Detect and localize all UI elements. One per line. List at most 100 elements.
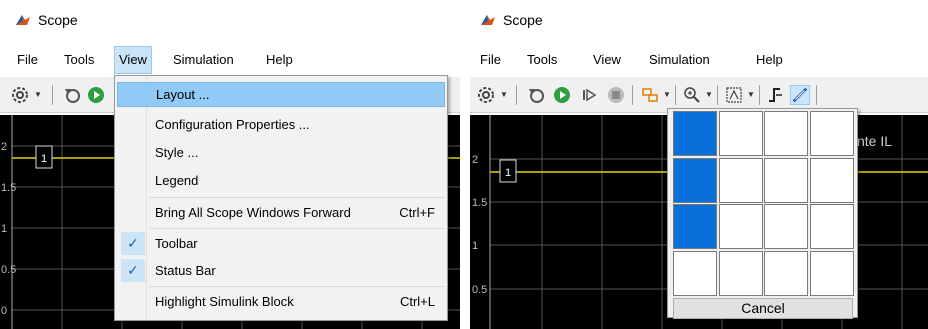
- autoscale-icon[interactable]: [724, 85, 744, 105]
- menu-bar: File Tools View Simulation Help: [470, 46, 928, 74]
- toolbar-separator: [632, 85, 633, 105]
- signal-label-box: 1: [35, 145, 53, 169]
- y-tick-label: 0: [1, 305, 7, 317]
- menu-item-label: Status Bar: [155, 263, 216, 278]
- menu-item-bring-windows-forward[interactable]: Bring All Scope Windows Forward Ctrl+F: [117, 200, 445, 225]
- zoom-in-icon[interactable]: [682, 85, 702, 105]
- toolbar-separator: [717, 85, 718, 105]
- toolbar-separator: [675, 85, 676, 105]
- settings-dropdown-icon[interactable]: ▼: [500, 90, 508, 99]
- menu-tools[interactable]: Tools: [60, 46, 98, 74]
- left-scope-window: Scope File Tools View Simulation Help ▼ …: [0, 0, 460, 329]
- menu-view[interactable]: View: [589, 46, 625, 74]
- signal-label-text: 1: [41, 153, 47, 165]
- layout-grid-cell[interactable]: [718, 204, 763, 249]
- y-tick-label: 0.5: [1, 264, 16, 276]
- title-bar: Scope: [470, 0, 928, 42]
- menu-file[interactable]: File: [476, 46, 505, 74]
- right-scope-window: Scope File Tools View Simulation Help ▼: [470, 0, 928, 329]
- settings-dropdown-icon[interactable]: ▼: [34, 90, 42, 99]
- title-bar: Scope: [0, 0, 460, 42]
- signal-label-box: 1: [499, 159, 517, 183]
- y-tick-label: 1: [472, 240, 478, 252]
- layout-grid-cell[interactable]: [718, 157, 763, 203]
- step-back-icon[interactable]: [62, 85, 82, 105]
- step-forward-icon[interactable]: [580, 85, 600, 105]
- menu-item-layout[interactable]: Layout ...: [117, 82, 445, 107]
- run-icon[interactable]: [552, 85, 572, 105]
- menu-bar: File Tools View Simulation Help: [0, 46, 460, 74]
- layout-grid-cell[interactable]: [718, 111, 763, 156]
- menu-item-legend[interactable]: Legend: [117, 168, 445, 193]
- layout-grid-cell[interactable]: [673, 204, 717, 249]
- y-tick-label: 1: [1, 223, 7, 235]
- menu-simulation[interactable]: Simulation: [645, 46, 714, 74]
- trigger-icon[interactable]: [766, 85, 786, 105]
- window-title: Scope: [38, 12, 78, 28]
- layout-grid-popup: Cancel: [667, 108, 858, 319]
- view-menu-dropdown: Layout ... Configuration Properties ... …: [114, 75, 448, 321]
- layout-grid-cell[interactable]: [673, 111, 717, 156]
- layout-grid-cell[interactable]: [673, 250, 717, 296]
- layout-grid-cell[interactable]: [809, 157, 854, 203]
- signal-label-text: 1: [505, 167, 511, 179]
- menu-item-label: Toolbar: [155, 236, 198, 251]
- menu-separator: [149, 197, 445, 198]
- cancel-button[interactable]: Cancel: [673, 298, 853, 319]
- zoom-dropdown-icon[interactable]: ▼: [705, 90, 713, 99]
- layout-grid-cell[interactable]: [764, 204, 808, 249]
- menu-tools[interactable]: Tools: [523, 46, 561, 74]
- layout-grid-cell[interactable]: [673, 157, 717, 203]
- settings-gear-icon[interactable]: [10, 85, 30, 105]
- layout-grid-cell[interactable]: [809, 204, 854, 249]
- layout-grid-cell[interactable]: [764, 111, 808, 156]
- autoscale-dropdown-icon[interactable]: ▼: [747, 90, 755, 99]
- menu-separator: [149, 228, 445, 229]
- menu-item-shortcut: Ctrl+F: [399, 205, 435, 220]
- menu-simulation[interactable]: Simulation: [169, 46, 238, 74]
- menu-item-style[interactable]: Style ...: [117, 140, 445, 165]
- menu-help[interactable]: Help: [752, 46, 787, 74]
- menu-item-label: Bring All Scope Windows Forward: [155, 205, 351, 220]
- y-tick-label: 0.5: [472, 284, 487, 296]
- y-tick-label: 2: [472, 154, 478, 166]
- layout-grid-cell[interactable]: [764, 250, 808, 296]
- step-back-icon[interactable]: [526, 85, 546, 105]
- toolbar-separator: [759, 85, 760, 105]
- menu-help[interactable]: Help: [262, 46, 297, 74]
- menu-item-configuration-properties[interactable]: Configuration Properties ...: [117, 112, 445, 137]
- menu-item-shortcut: Ctrl+L: [399, 294, 435, 309]
- menu-item-label: Layout ...: [156, 87, 210, 102]
- y-tick-label: 1.5: [1, 182, 16, 194]
- toolbar-separator: [516, 85, 517, 105]
- menu-item-toolbar[interactable]: ✓ Toolbar: [117, 231, 445, 256]
- menu-item-label: Configuration Properties ...: [155, 117, 310, 132]
- layout-grid-cell[interactable]: [809, 250, 854, 296]
- layout-grid-cell[interactable]: [764, 157, 808, 203]
- stop-icon[interactable]: [606, 85, 626, 105]
- menu-view[interactable]: View: [114, 46, 152, 74]
- checkmark-icon: ✓: [121, 259, 145, 282]
- highlight-dropdown-icon[interactable]: ▼: [663, 90, 671, 99]
- menu-file[interactable]: File: [13, 46, 42, 74]
- plot-title-fragment: nte IL: [857, 133, 893, 149]
- y-tick-label: 1.5: [472, 197, 487, 209]
- settings-gear-icon[interactable]: [476, 85, 496, 105]
- layout-grid-cell[interactable]: [809, 111, 854, 156]
- toolbar-separator: [52, 85, 53, 105]
- matlab-app-icon: [15, 12, 31, 28]
- menu-item-status-bar[interactable]: ✓ Status Bar: [117, 258, 445, 283]
- menu-separator: [149, 286, 445, 287]
- menu-item-label: Style ...: [155, 145, 199, 160]
- toolbar-separator: [816, 85, 817, 105]
- menu-item-label: Legend: [155, 173, 199, 188]
- checkmark-icon: ✓: [121, 232, 145, 255]
- menu-item-highlight-simulink-block[interactable]: Highlight Simulink Block Ctrl+L: [117, 289, 445, 314]
- run-icon[interactable]: [86, 85, 106, 105]
- layout-grid-cell[interactable]: [718, 250, 763, 296]
- highlight-block-icon[interactable]: [640, 85, 660, 105]
- y-tick-label: 2: [1, 141, 7, 153]
- measurements-icon[interactable]: [790, 85, 810, 105]
- menu-item-label: Highlight Simulink Block: [155, 294, 294, 309]
- matlab-app-icon: [480, 12, 496, 28]
